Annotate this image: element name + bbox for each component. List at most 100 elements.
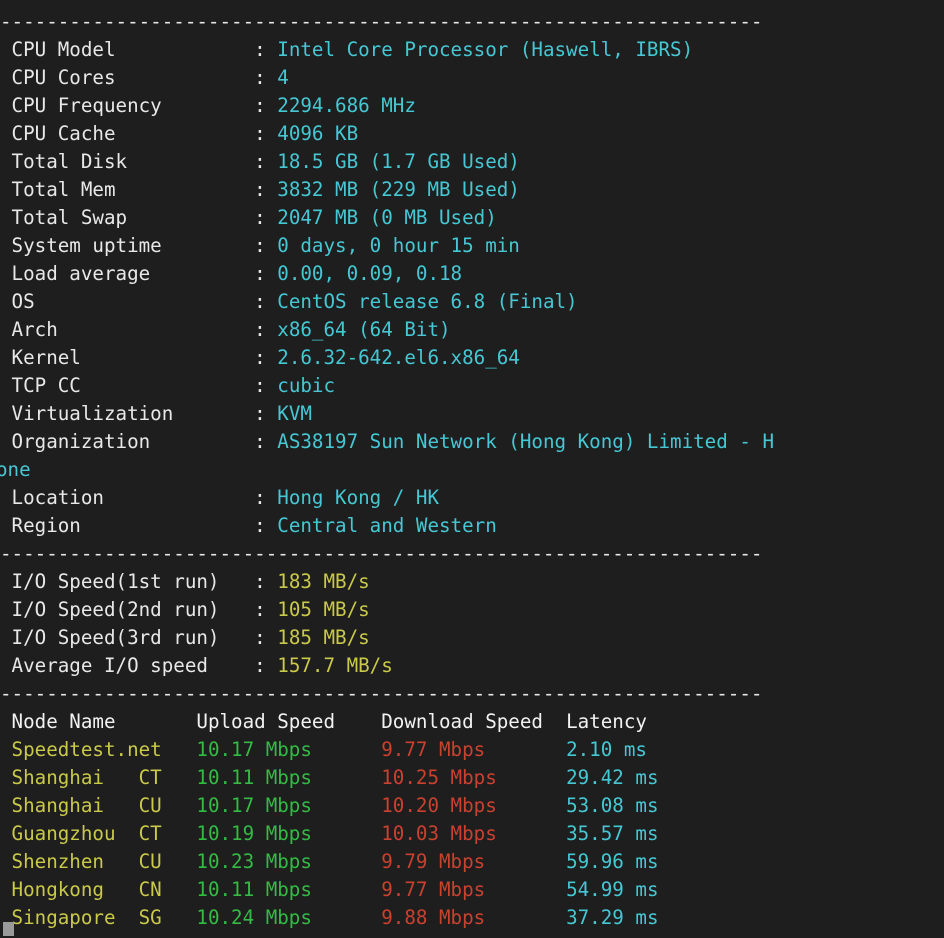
latency: 29.42 ms — [566, 766, 658, 789]
latency: 53.08 ms — [566, 794, 658, 817]
info-row: Load average : 0.00, 0.09, 0.18 — [0, 260, 944, 288]
info-value: 3832 MB (229 MB Used) — [277, 178, 520, 201]
info-value: KVM — [277, 402, 312, 425]
info-row: Region : Central and Western — [0, 512, 944, 540]
terminal-window[interactable]: ----------------------------------------… — [0, 0, 944, 938]
info-label: Arch — [0, 318, 254, 341]
info-colon: : — [254, 374, 277, 397]
latency: 59.96 ms — [566, 850, 658, 873]
info-colon: : — [254, 346, 277, 369]
info-label: CPU Cache — [0, 122, 254, 145]
io-colon: : — [254, 626, 277, 649]
top-spacer — [0, 0, 944, 8]
separator-speedtest: ----------------------------------------… — [0, 680, 944, 708]
table-row: Speedtest.net 10.17 Mbps 9.77 Mbps 2.10 … — [0, 736, 944, 764]
info-colon: : — [254, 38, 277, 61]
info-label: Region — [0, 514, 254, 537]
io-value: 183 MB/s — [277, 570, 369, 593]
io-row: Average I/O speed : 157.7 MB/s — [0, 652, 944, 680]
table-row: Shanghai CT 10.11 Mbps 10.25 Mbps 29.42 … — [0, 764, 944, 792]
column-header-upload: Upload Speed — [196, 710, 381, 733]
download-speed: 9.77 Mbps — [381, 738, 566, 761]
column-header-download: Download Speed — [381, 710, 566, 733]
info-colon: : — [254, 66, 277, 89]
terminal-cursor — [3, 922, 14, 936]
upload-speed: 10.17 Mbps — [196, 738, 381, 761]
info-row: Arch : x86_64 (64 Bit) — [0, 316, 944, 344]
download-speed: 9.77 Mbps — [381, 878, 566, 901]
info-row: CPU Model : Intel Core Processor (Haswel… — [0, 36, 944, 64]
separator-rule: ----------------------------------------… — [0, 682, 762, 705]
speedtest-table: Node Name Upload Speed Download Speed La… — [0, 708, 944, 932]
io-label: Average I/O speed — [0, 654, 254, 677]
io-colon: : — [254, 570, 277, 593]
info-colon: : — [254, 206, 277, 229]
info-colon: : — [254, 290, 277, 313]
info-row: Kernel : 2.6.32-642.el6.x86_64 — [0, 344, 944, 372]
io-value: 185 MB/s — [277, 626, 369, 649]
info-row: CPU Cache : 4096 KB — [0, 120, 944, 148]
download-speed: 10.20 Mbps — [381, 794, 566, 817]
info-colon: : — [254, 402, 277, 425]
latency: 37.29 ms — [566, 906, 658, 929]
separator-rule: ----------------------------------------… — [0, 542, 762, 565]
speedtest-header-row: Node Name Upload Speed Download Speed La… — [0, 708, 944, 736]
column-header-latency: Latency — [566, 710, 647, 733]
info-row: CPU Cores : 4 — [0, 64, 944, 92]
info-label: System uptime — [0, 234, 254, 257]
info-label: Total Mem — [0, 178, 254, 201]
io-label: I/O Speed(1st run) — [0, 570, 254, 593]
info-label: Virtualization — [0, 402, 254, 425]
info-label: CPU Frequency — [0, 94, 254, 117]
download-speed: 10.03 Mbps — [381, 822, 566, 845]
info-value: x86_64 (64 Bit) — [277, 318, 450, 341]
table-row: Singapore SG 10.24 Mbps 9.88 Mbps 37.29 … — [0, 904, 944, 932]
io-row: I/O Speed(1st run) : 183 MB/s — [0, 568, 944, 596]
info-label: Total Disk — [0, 150, 254, 173]
separator-io: ----------------------------------------… — [0, 540, 944, 568]
info-row: Total Swap : 2047 MB (0 MB Used) — [0, 204, 944, 232]
info-row: CPU Frequency : 2294.686 MHz — [0, 92, 944, 120]
download-speed: 10.25 Mbps — [381, 766, 566, 789]
info-value: Intel Core Processor (Haswell, IBRS) — [277, 38, 693, 61]
separator-rule: ----------------------------------------… — [0, 10, 762, 33]
info-value: 0 days, 0 hour 15 min — [277, 234, 520, 257]
info-value: Hong Kong / HK — [277, 486, 439, 509]
info-value: AS38197 Sun Network (Hong Kong) Limited … — [277, 430, 774, 453]
info-label: TCP CC — [0, 374, 254, 397]
info-value: 4096 KB — [277, 122, 358, 145]
info-label: Location — [0, 486, 254, 509]
info-row: Location : Hong Kong / HK — [0, 484, 944, 512]
column-header-node: Node Name — [0, 710, 196, 733]
info-row: System uptime : 0 days, 0 hour 15 min — [0, 232, 944, 260]
io-colon: : — [254, 598, 277, 621]
upload-speed: 10.11 Mbps — [196, 878, 381, 901]
info-colon: : — [254, 150, 277, 173]
info-value: 2294.686 MHz — [277, 94, 416, 117]
info-label: Kernel — [0, 346, 254, 369]
node-name: Shenzhen CU — [0, 850, 196, 873]
info-colon: : — [254, 122, 277, 145]
separator-top: ----------------------------------------… — [0, 8, 944, 36]
info-colon: : — [254, 318, 277, 341]
io-speed-section: I/O Speed(1st run) : 183 MB/s I/O Speed(… — [0, 568, 944, 680]
info-value-wrap: one — [0, 456, 944, 484]
info-value: Central and Western — [277, 514, 497, 537]
info-row: Organization : AS38197 Sun Network (Hong… — [0, 428, 944, 456]
table-row: Hongkong CN 10.11 Mbps 9.77 Mbps 54.99 m… — [0, 876, 944, 904]
info-value: cubic — [277, 374, 335, 397]
io-colon: : — [254, 654, 277, 677]
info-label: Total Swap — [0, 206, 254, 229]
info-label: Load average — [0, 262, 254, 285]
info-value: CentOS release 6.8 (Final) — [277, 290, 577, 313]
download-speed: 9.79 Mbps — [381, 850, 566, 873]
system-info-section: CPU Model : Intel Core Processor (Haswel… — [0, 36, 944, 540]
info-colon: : — [254, 234, 277, 257]
upload-speed: 10.19 Mbps — [196, 822, 381, 845]
info-value: 18.5 GB (1.7 GB Used) — [277, 150, 520, 173]
node-name: Speedtest.net — [0, 738, 196, 761]
table-row: Shenzhen CU 10.23 Mbps 9.79 Mbps 59.96 m… — [0, 848, 944, 876]
io-label: I/O Speed(2nd run) — [0, 598, 254, 621]
download-speed: 9.88 Mbps — [381, 906, 566, 929]
upload-speed: 10.17 Mbps — [196, 794, 381, 817]
